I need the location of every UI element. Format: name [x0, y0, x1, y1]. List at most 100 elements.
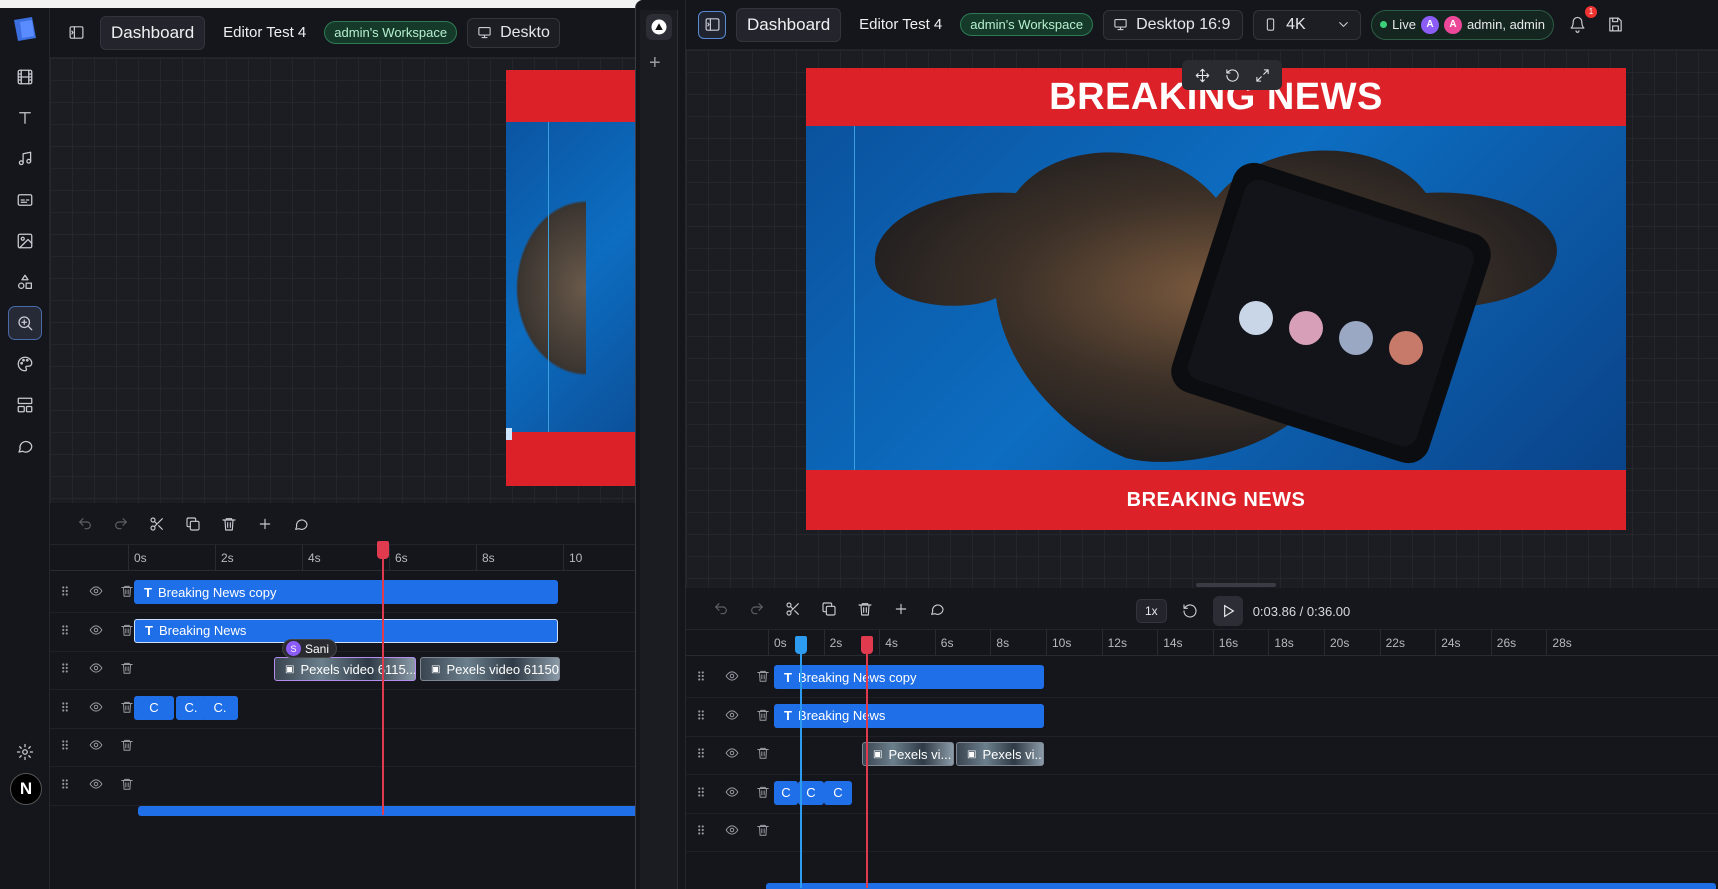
track-drag-handle[interactable]: [692, 706, 710, 724]
play-button[interactable]: [1212, 596, 1243, 626]
video-clip[interactable]: ▣ Pexels vi...: [862, 742, 954, 766]
left-playhead-handle[interactable]: [377, 541, 389, 559]
notifications-button[interactable]: 1: [1564, 5, 1597, 39]
track-drag-handle[interactable]: [56, 736, 74, 754]
track-visibility-button[interactable]: [723, 706, 741, 724]
track-delete-button[interactable]: [118, 775, 136, 793]
track-drag-handle[interactable]: [692, 667, 710, 685]
resize-handle[interactable]: [506, 428, 512, 440]
add-window-button[interactable]: +: [649, 52, 661, 75]
caption-clip[interactable]: C.: [202, 695, 238, 720]
track-drag-handle[interactable]: [56, 698, 74, 716]
project-name[interactable]: Editor Test 4: [215, 24, 314, 41]
video-clip[interactable]: ▣ Pexels vi...: [956, 742, 1044, 766]
track-visibility-button[interactable]: [723, 744, 741, 762]
track-visibility-button[interactable]: [723, 783, 741, 801]
left-scrollbar[interactable]: [138, 806, 638, 816]
undo-button[interactable]: [72, 511, 98, 537]
toggle-sidebar-button[interactable]: [62, 19, 90, 47]
timeline-track[interactable]: ▣ Pexels vi... ▣ Pexels vi...: [686, 733, 1718, 775]
track-delete-button[interactable]: [754, 783, 772, 801]
zoom-tool-button[interactable]: [8, 306, 42, 340]
caption-clip[interactable]: C: [824, 780, 852, 805]
timeline-track[interactable]: ▣ Pexels video 6115... ▣ Pexels video 61150…: [50, 648, 640, 690]
speed-button[interactable]: 1x: [1136, 599, 1167, 623]
fullscreen-button[interactable]: [1250, 64, 1274, 86]
blue-playhead-handle[interactable]: [795, 636, 807, 654]
left-top-banner[interactable]: [506, 70, 640, 122]
live-presence[interactable]: Live A A admin, admin: [1371, 9, 1554, 40]
track-visibility-button[interactable]: [87, 582, 105, 600]
duplicate-button[interactable]: [816, 596, 842, 622]
right-preview-frame[interactable]: BREAKING NEWS BREAKING NEWS: [806, 68, 1626, 530]
image-tool-button[interactable]: [8, 224, 42, 258]
track-visibility-button[interactable]: [87, 659, 105, 677]
device-select[interactable]: Desktop 16:9: [1103, 9, 1244, 40]
device-select[interactable]: Deskto: [467, 17, 560, 48]
text-clip[interactable]: T Breaking News copy: [774, 665, 1044, 689]
duplicate-button[interactable]: [180, 511, 206, 537]
right-playhead-handle[interactable]: [861, 636, 873, 654]
video-clip[interactable]: ▣ Pexels video 61150...: [420, 657, 560, 681]
workspace-badge[interactable]: admin's Workspace: [960, 13, 1094, 36]
track-visibility-button[interactable]: [87, 621, 105, 639]
track-drag-handle[interactable]: [56, 621, 74, 639]
text-clip[interactable]: T Breaking News: [134, 618, 558, 643]
timeline-track[interactable]: [50, 764, 640, 806]
audio-tool-button[interactable]: [8, 142, 42, 176]
track-visibility-button[interactable]: [723, 667, 741, 685]
palette-tool-button[interactable]: [8, 347, 42, 381]
right-bottom-banner[interactable]: BREAKING NEWS: [806, 470, 1626, 530]
track-visibility-button[interactable]: [87, 736, 105, 754]
timeline-track[interactable]: [50, 725, 640, 767]
right-playhead[interactable]: [866, 650, 868, 888]
comment-tool-button[interactable]: [8, 429, 42, 463]
video-clip[interactable]: ▣ Pexels video 6115...: [274, 657, 416, 681]
comment-button[interactable]: [288, 511, 314, 537]
caption-tool-button[interactable]: [8, 183, 42, 217]
track-delete-button[interactable]: [118, 659, 136, 677]
right-time-ruler[interactable]: 0s 2s 4s 6s 8s 10s 12s 14s 16s 18s 20s 22s 24s 26s 28s: [686, 630, 1718, 656]
video-layer[interactable]: [866, 138, 1566, 468]
left-video-layer[interactable]: [506, 188, 586, 388]
track-delete-button[interactable]: [754, 744, 772, 762]
track-visibility-button[interactable]: [87, 775, 105, 793]
panel-resize-handle[interactable]: [1196, 583, 1276, 587]
delete-button[interactable]: [216, 511, 242, 537]
timeline-track[interactable]: [686, 810, 1718, 852]
project-name[interactable]: Editor Test 4: [851, 16, 950, 33]
add-track-button[interactable]: [252, 511, 278, 537]
right-canvas[interactable]: BREAKING NEWS BREAKING NEWS: [686, 50, 1718, 588]
timeline-track[interactable]: CCC: [686, 772, 1718, 814]
resolution-select[interactable]: 4K: [1253, 9, 1362, 40]
track-drag-handle[interactable]: [56, 582, 74, 600]
left-preview-frame[interactable]: [506, 70, 640, 486]
redo-button[interactable]: [744, 596, 770, 622]
track-visibility-button[interactable]: [87, 698, 105, 716]
add-track-button[interactable]: [888, 596, 914, 622]
shapes-tool-button[interactable]: [8, 265, 42, 299]
split-button[interactable]: [780, 596, 806, 622]
track-drag-handle[interactable]: [56, 659, 74, 677]
undo-button[interactable]: [708, 596, 734, 622]
track-delete-button[interactable]: [118, 736, 136, 754]
right-scrollbar[interactable]: [766, 883, 1716, 889]
track-drag-handle[interactable]: [692, 744, 710, 762]
timeline-track[interactable]: T Breaking News: [686, 695, 1718, 737]
track-drag-handle[interactable]: [56, 775, 74, 793]
dashboard-button[interactable]: Dashboard: [100, 15, 206, 50]
caption-clip[interactable]: C: [134, 695, 174, 720]
layout-tool-button[interactable]: [8, 388, 42, 422]
left-bottom-banner[interactable]: [506, 432, 640, 486]
media-tool-button[interactable]: [8, 60, 42, 94]
track-delete-button[interactable]: [754, 706, 772, 724]
redo-button[interactable]: [108, 511, 134, 537]
comment-button[interactable]: [924, 596, 950, 622]
blue-playhead[interactable]: [800, 650, 802, 888]
rotate-button[interactable]: [1220, 64, 1244, 86]
text-tool-button[interactable]: [8, 101, 42, 135]
user-avatar[interactable]: N: [10, 773, 42, 805]
dashboard-button[interactable]: Dashboard: [736, 7, 842, 42]
track-delete-button[interactable]: [754, 821, 772, 839]
move-button[interactable]: [1190, 64, 1214, 86]
